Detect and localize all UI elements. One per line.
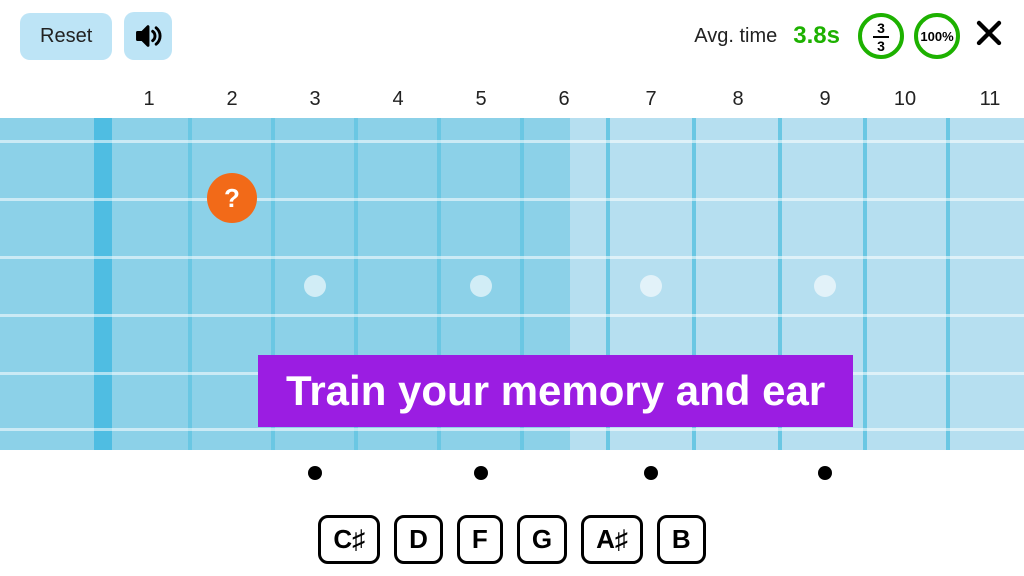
fret-number: 7 (645, 88, 656, 111)
fret-number: 6 (558, 88, 569, 111)
fret-number: 5 (475, 88, 486, 111)
fret-line (946, 118, 950, 450)
fret-number: 8 (732, 88, 743, 111)
reset-button[interactable]: Reset (20, 13, 112, 60)
fret-marker-dot (308, 466, 322, 480)
promo-banner: Train your memory and ear (258, 355, 853, 427)
fret-line (188, 118, 192, 450)
note-button[interactable]: G (517, 515, 567, 564)
string (0, 256, 1024, 259)
note-button[interactable]: C♯ (318, 515, 380, 564)
string (0, 428, 1024, 431)
note-button[interactable]: A♯ (581, 515, 643, 564)
avg-time-value: 3.8s (793, 22, 840, 50)
string (0, 140, 1024, 143)
fret-number: 3 (309, 88, 320, 111)
close-button[interactable] (974, 15, 1004, 57)
fret-marker-dot (818, 466, 832, 480)
score-total: 3 (877, 38, 885, 53)
score-correct: 3 (873, 20, 889, 38)
string (0, 198, 1024, 201)
fret-number: 4 (392, 88, 403, 111)
fret-number: 1 (143, 88, 154, 111)
fret-line (863, 118, 867, 450)
note-button[interactable]: D (394, 515, 443, 564)
question-marker: ? (207, 173, 257, 223)
sound-button[interactable] (124, 12, 172, 60)
fretboard-inlay (814, 275, 836, 297)
fretboard-inlay (304, 275, 326, 297)
fretboard-inlay (470, 275, 492, 297)
fret-number: 2 (226, 88, 237, 111)
score-badge: 3 3 (858, 13, 904, 59)
fret-number: 10 (894, 88, 916, 111)
fret-marker-dot (474, 466, 488, 480)
fret-number: 9 (819, 88, 830, 111)
close-icon (974, 18, 1004, 48)
note-button[interactable]: F (457, 515, 503, 564)
fretboard-inlay (640, 275, 662, 297)
avg-time-label: Avg. time (694, 25, 777, 48)
note-buttons: C♯ DFG A♯ B (0, 515, 1024, 564)
fret-marker-dot (644, 466, 658, 480)
note-button[interactable]: B (657, 515, 706, 564)
fret-numbers: 1 2 3 4 5 6 7 8 9 10 11 (0, 88, 1024, 118)
speaker-icon (134, 22, 162, 50)
fret-number: 11 (980, 88, 1001, 111)
percent-badge: 100% (914, 13, 960, 59)
string (0, 314, 1024, 317)
fretboard-nut (94, 118, 112, 450)
